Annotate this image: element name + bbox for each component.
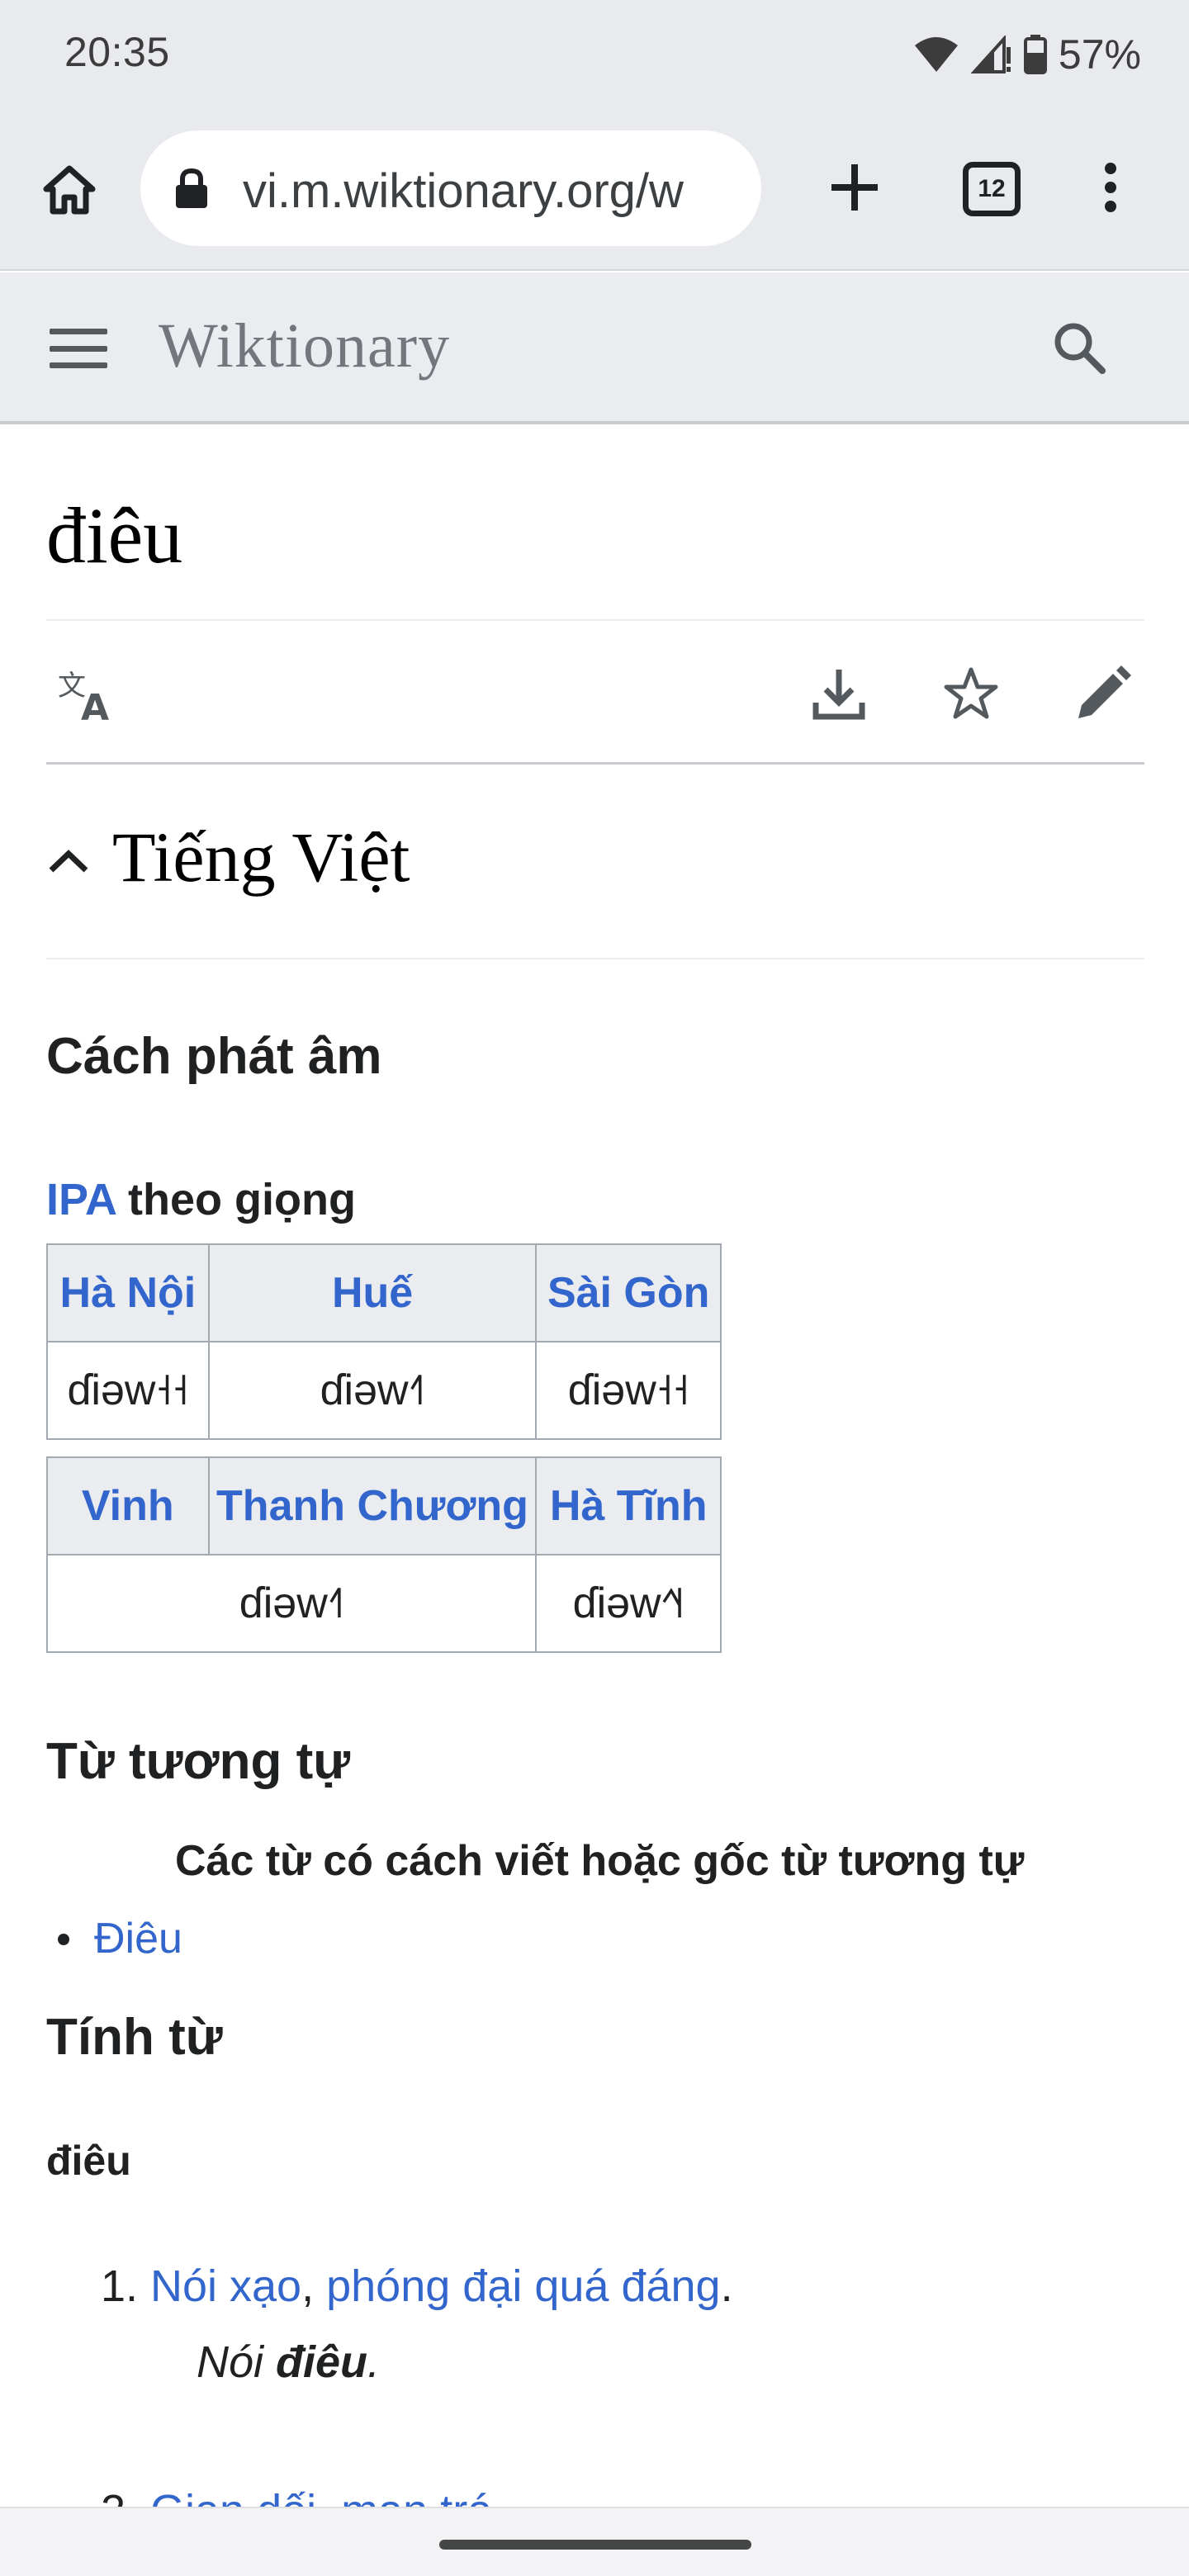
similar-word-link[interactable]: Điêu <box>94 1915 182 1963</box>
search-icon <box>1054 323 1106 374</box>
pencil-icon <box>1078 665 1131 718</box>
ipa-cell: ɗiəw˧˥ <box>207 1341 538 1440</box>
site-title[interactable]: Wiktionary <box>159 310 450 382</box>
sense-item: Nói xạo, phóng đại quá đáng. Nói điêu. <box>150 2257 1144 2391</box>
status-time: 20:35 <box>64 29 170 75</box>
site-header: Wiktionary <box>0 272 1189 424</box>
battery-percent: 57% <box>1058 31 1141 78</box>
cell-signal-icon <box>970 36 1011 73</box>
hamburger-line <box>50 345 107 352</box>
download-button[interactable] <box>804 659 874 728</box>
download-icon <box>812 670 865 720</box>
similar-caption: Các từ có cách viết hoặc gốc từ tương tự <box>175 1837 1025 1885</box>
ipa-cell: ɗiəw˧˥˧ <box>535 1554 722 1653</box>
more-vert-icon <box>1105 163 1116 212</box>
sense-list: Nói xạo, phóng đại quá đáng. Nói điêu. G… <box>46 2257 1144 2540</box>
ipa-cell: ɗiəw˧˧ <box>535 1341 722 1440</box>
url-text[interactable]: vi.m.wiktionary.org/w <box>243 163 755 219</box>
status-icons: 57% <box>913 30 1141 79</box>
watch-button[interactable] <box>936 659 1006 728</box>
status-bar: 20:35 57% <box>0 0 1189 109</box>
browser-menu-button[interactable] <box>1082 150 1139 225</box>
ipa-table-2: Vinh Thanh Chương Hà Tĩnh ɗiəw˧˥ ɗiəw˧˥˧ <box>45 1456 722 1653</box>
ipa-cell: ɗiəw˧˥ <box>45 1554 538 1653</box>
navigation-gesture-area <box>0 2507 1189 2576</box>
gesture-handle[interactable] <box>439 2540 751 2550</box>
sense-link[interactable]: phóng đại quá đáng <box>326 2261 720 2311</box>
example-headword: điêu <box>276 2337 368 2387</box>
section-toggle-vietnamese[interactable]: Tiếng Việt <box>46 765 1144 959</box>
browser-toolbar: vi.m.wiktionary.org/w 12 <box>0 109 1189 271</box>
dialect-hanoi[interactable]: Hà Nội <box>46 1243 210 1342</box>
ipa-table-1: Hà Nội Huế Sài Gòn ɗiəw˧˧ ɗiəw˧˥ ɗiəw˧˧ <box>46 1243 722 1440</box>
address-bar[interactable]: vi.m.wiktionary.org/w <box>140 130 761 246</box>
page-title: điêu <box>46 424 1144 621</box>
list-item: Điêu <box>46 1907 1144 1970</box>
adjective-heading: Tính từ <box>46 2009 223 2066</box>
example-text: Nói <box>197 2337 277 2387</box>
ipa-cell: ɗiəw˧˧ <box>46 1341 210 1440</box>
headword: điêu <box>46 2138 131 2184</box>
wifi-icon <box>914 37 958 72</box>
main-menu-button[interactable] <box>45 319 112 378</box>
hamburger-line <box>50 362 107 368</box>
page-actions: 文 A <box>46 621 1144 765</box>
ipa-caption-text: theo giọng <box>116 1175 356 1224</box>
dialect-thanh-chuong[interactable]: Thanh Chương <box>207 1456 538 1556</box>
new-tab-button[interactable] <box>817 150 892 225</box>
sense-separator: , <box>301 2261 327 2311</box>
search-button[interactable] <box>1042 310 1116 385</box>
sense-end: . <box>720 2261 733 2311</box>
plus-icon <box>831 164 878 211</box>
usage-example: Nói điêu. <box>197 2333 1144 2391</box>
ipa-caption: IPA theo giọng <box>46 1172 1144 1227</box>
tab-count: 12 <box>978 175 1006 202</box>
dialect-hue[interactable]: Huế <box>207 1243 538 1342</box>
ipa-link[interactable]: IPA <box>46 1175 116 1224</box>
dialect-vinh[interactable]: Vinh <box>46 1456 210 1556</box>
section-title: Tiếng Việt <box>112 817 410 897</box>
battery-icon <box>1023 35 1047 74</box>
edit-button[interactable] <box>1068 659 1138 728</box>
chevron-up-icon <box>46 839 91 883</box>
tab-switcher-button[interactable]: 12 <box>963 162 1021 216</box>
translate-icon: 文 A <box>58 670 109 722</box>
dialect-ha-tinh[interactable]: Hà Tĩnh <box>535 1456 722 1556</box>
svg-text:A: A <box>81 687 109 722</box>
home-button[interactable] <box>33 154 106 226</box>
example-end: . <box>367 2337 381 2387</box>
similar-heading: Từ tương tự <box>46 1733 351 1790</box>
page-content: điêu 文 A Tiếng Việt Cách phát âm IPA the… <box>45 424 1144 2540</box>
star-icon <box>944 667 998 719</box>
pronunciation-heading: Cách phát âm <box>46 1028 382 1085</box>
home-icon <box>43 165 96 215</box>
language-button[interactable]: 文 A <box>54 662 121 728</box>
hamburger-line <box>50 329 107 334</box>
sense-link[interactable]: Nói xạo <box>150 2261 301 2311</box>
lock-icon <box>176 168 207 208</box>
dialect-saigon[interactable]: Sài Gòn <box>535 1243 722 1342</box>
